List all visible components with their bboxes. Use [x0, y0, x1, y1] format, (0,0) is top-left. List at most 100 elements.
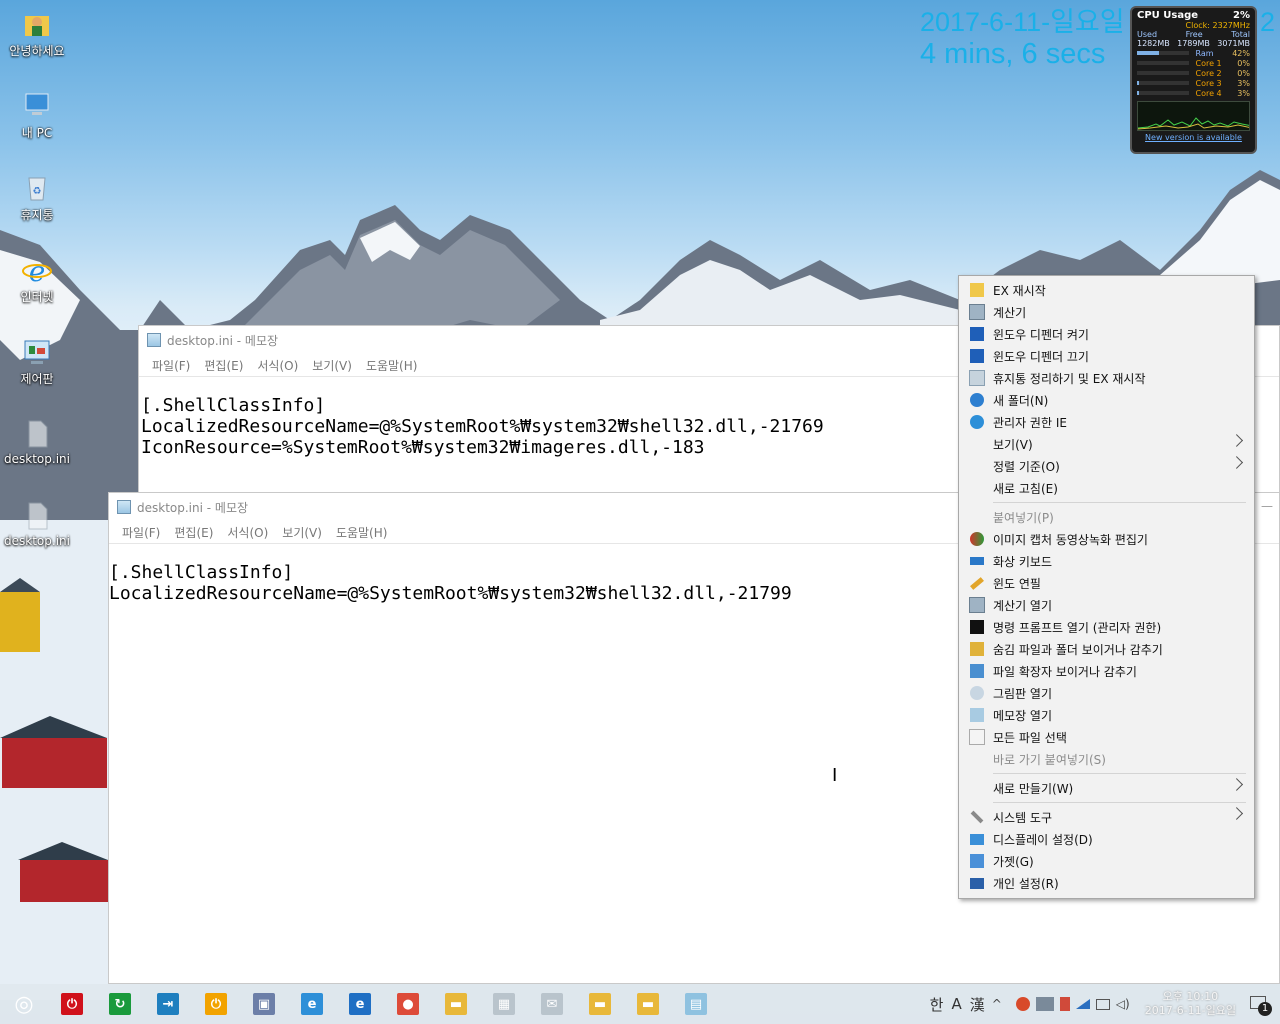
context-menu-item[interactable]: 숨김 파일과 폴더 보이거나 감추기 [959, 638, 1254, 660]
desktop-icon-label: desktop.ini [4, 534, 70, 548]
minimize-button[interactable]: — [1261, 499, 1273, 513]
context-menu-item[interactable]: 새 폴더(N) [959, 389, 1254, 411]
start-button[interactable]: ◎ [0, 984, 48, 1024]
context-menu-item[interactable]: 윈도우 디펜더 끄기 [959, 345, 1254, 367]
restart-button[interactable]: ↻ [96, 984, 144, 1024]
context-menu-item[interactable]: 보기(V) [959, 433, 1254, 455]
pc-app-icon: ▣ [253, 993, 275, 1015]
ime-hanja-toggle[interactable]: 漢 [966, 994, 989, 1015]
svg-text:e: e [29, 255, 46, 286]
notepad-menu-item[interactable]: 보기(V) [305, 357, 359, 374]
folder-app-2[interactable]: ▬ [624, 984, 672, 1024]
paint-icon-shape [970, 686, 984, 700]
new-version-link[interactable]: New version is available [1132, 133, 1255, 142]
context-menu-item[interactable]: 가젯(G) [959, 850, 1254, 872]
explorer-app[interactable]: ▬ [432, 984, 480, 1024]
notepad-menu-item[interactable]: 서식(O) [220, 524, 275, 541]
notification-center-button[interactable]: 1 [1244, 984, 1280, 1024]
context-menu-label: 화상 키보드 [993, 554, 1053, 569]
desktop-context-menu: EX 재시작 계산기 윈도우 디펜더 켜기 윈도우 디펜더 끄기 휴지통 정리하기 및 … [958, 275, 1255, 899]
context-menu-item[interactable]: 디스플레이 설정(D) [959, 828, 1254, 850]
folder-app-1[interactable]: ▬ [576, 984, 624, 1024]
context-menu-item[interactable]: 정렬 기준(O) [959, 455, 1254, 477]
power-off-button[interactable]: ⏻ [48, 984, 96, 1024]
cpu-row-bar [1137, 91, 1189, 95]
cpu-usage-gadget[interactable]: CPU Usage 2% Clock: 2327MHz Used Free To… [1130, 6, 1257, 154]
network-icon[interactable] [1075, 999, 1090, 1009]
context-menu-item[interactable]: 모든 파일 선택 [959, 726, 1254, 748]
mem-header-total: Total [1231, 30, 1250, 39]
context-menu-item[interactable]: 새로 만들기(W) [959, 777, 1254, 799]
tray-app-icon[interactable] [1015, 997, 1030, 1011]
notepad-menu-item[interactable]: 파일(F) [115, 524, 167, 541]
mail-app[interactable]: ✉ [528, 984, 576, 1024]
taskbar-clock[interactable]: 오후 10:10 2017-6-11-일요일 [1137, 990, 1244, 1018]
sleep-button[interactable]: ⏻ [192, 984, 240, 1024]
context-menu-item[interactable]: 계산기 [959, 301, 1254, 323]
edge-app-icon: e [349, 993, 371, 1015]
desktop-icon-user-folder[interactable]: 안녕하세요 [0, 8, 74, 59]
clock-date: 2017-6-11-일요일 [920, 7, 1125, 37]
context-menu-label: 보기(V) [993, 437, 1033, 452]
context-menu-label: 바로 가기 붙여넣기(S) [993, 752, 1106, 767]
notification-count: 1 [1258, 1002, 1272, 1016]
control-panel-icon [21, 336, 53, 368]
pc-app[interactable]: ▣ [240, 984, 288, 1024]
tray-security-icon[interactable] [1059, 997, 1070, 1011]
desktop-icon-recycle-bin[interactable]: ♻ 휴지통 [0, 172, 74, 223]
context-menu-item[interactable]: 화상 키보드 [959, 550, 1254, 572]
notepad-app[interactable]: ▤ [672, 984, 720, 1024]
notepad-menu-item[interactable]: 서식(O) [250, 357, 305, 374]
cpu-row-label: Core 2 [1195, 68, 1222, 78]
context-menu-item[interactable]: 개인 설정(R) [959, 872, 1254, 894]
notepad-menu-item[interactable]: 도움말(H) [359, 357, 425, 374]
context-menu-item[interactable]: 파일 확장자 보이거나 감추기 [959, 660, 1254, 682]
internet-explorer-icon: e [21, 254, 53, 288]
desktop-icon-control-panel[interactable]: 제어판 [0, 336, 74, 387]
paint-icon [969, 685, 985, 701]
desktop-icon-desktop-ini-2[interactable]: desktop.ini [0, 500, 74, 548]
tray-drive-icon[interactable] [1035, 997, 1054, 1011]
notepad-menu-item[interactable]: 편집(E) [167, 524, 220, 541]
cpu-row: Ram 42% [1132, 48, 1255, 58]
context-menu-label: 명령 프롬프트 열기 (관리자 권한) [993, 620, 1162, 635]
desktop-icon-internet[interactable]: e 인터넷 [0, 254, 74, 305]
notepad-menu-item[interactable]: 도움말(H) [329, 524, 395, 541]
store-app-icon: ▦ [493, 993, 515, 1015]
context-menu-item[interactable]: 메모장 열기 [959, 704, 1254, 726]
taskbar-date: 2017-6-11-일요일 [1144, 1004, 1236, 1017]
store-app[interactable]: ▦ [480, 984, 528, 1024]
desktop-icon-my-pc[interactable]: 내 PC [0, 90, 74, 141]
logoff-button[interactable]: ⇥ [144, 984, 192, 1024]
edge-app[interactable]: e [336, 984, 384, 1024]
ime-alpha-toggle[interactable]: A [947, 995, 965, 1013]
clock-gadget[interactable]: 2017-6-11-일요일 4 mins, 6 secs [920, 6, 1125, 70]
notepad-menu-item[interactable]: 보기(V) [275, 524, 329, 541]
message-icon[interactable] [1095, 998, 1110, 1010]
tray-chevron-icon[interactable]: ^ [992, 997, 1010, 1011]
context-menu-item[interactable]: 휴지통 정리하기 및 EX 재시작 [959, 367, 1254, 389]
ie-app[interactable]: e [288, 984, 336, 1024]
mem-used: 1282MB [1137, 39, 1170, 48]
context-menu-item[interactable]: 그림판 열기 [959, 682, 1254, 704]
desktop-icon-desktop-ini-1[interactable]: desktop.ini [0, 418, 74, 466]
context-menu-item[interactable]: 이미지 캡처 동영상녹화 편집기 [959, 528, 1254, 550]
notepad-menu-item[interactable]: 파일(F) [145, 357, 197, 374]
volume-icon[interactable]: ◁) [1116, 997, 1134, 1011]
context-menu-item[interactable]: 명령 프롬프트 열기 (관리자 권한) [959, 616, 1254, 638]
context-menu-item[interactable]: EX 재시작 [959, 279, 1254, 301]
cpu-row-bar [1137, 61, 1189, 65]
chrome-app[interactable]: ● [384, 984, 432, 1024]
context-menu-item[interactable]: 윈도우 디펜더 켜기 [959, 323, 1254, 345]
internet-explorer-icon [969, 414, 985, 430]
desktop-icon-label: 안녕하세요 [9, 44, 65, 58]
internet-explorer-icon-shape [970, 415, 984, 429]
context-menu-item[interactable]: 계산기 열기 [959, 594, 1254, 616]
notepad-menu-item[interactable]: 편집(E) [197, 357, 250, 374]
ime-hangul-toggle[interactable]: 한 [926, 994, 948, 1015]
context-menu-item[interactable]: 새로 고침(E) [959, 477, 1254, 499]
context-menu-item[interactable]: 시스템 도구 [959, 806, 1254, 828]
context-menu-item[interactable]: 윈도 연필 [959, 572, 1254, 594]
context-menu-label: 메모장 열기 [993, 708, 1053, 723]
context-menu-item[interactable]: 관리자 권한 IE [959, 411, 1254, 433]
